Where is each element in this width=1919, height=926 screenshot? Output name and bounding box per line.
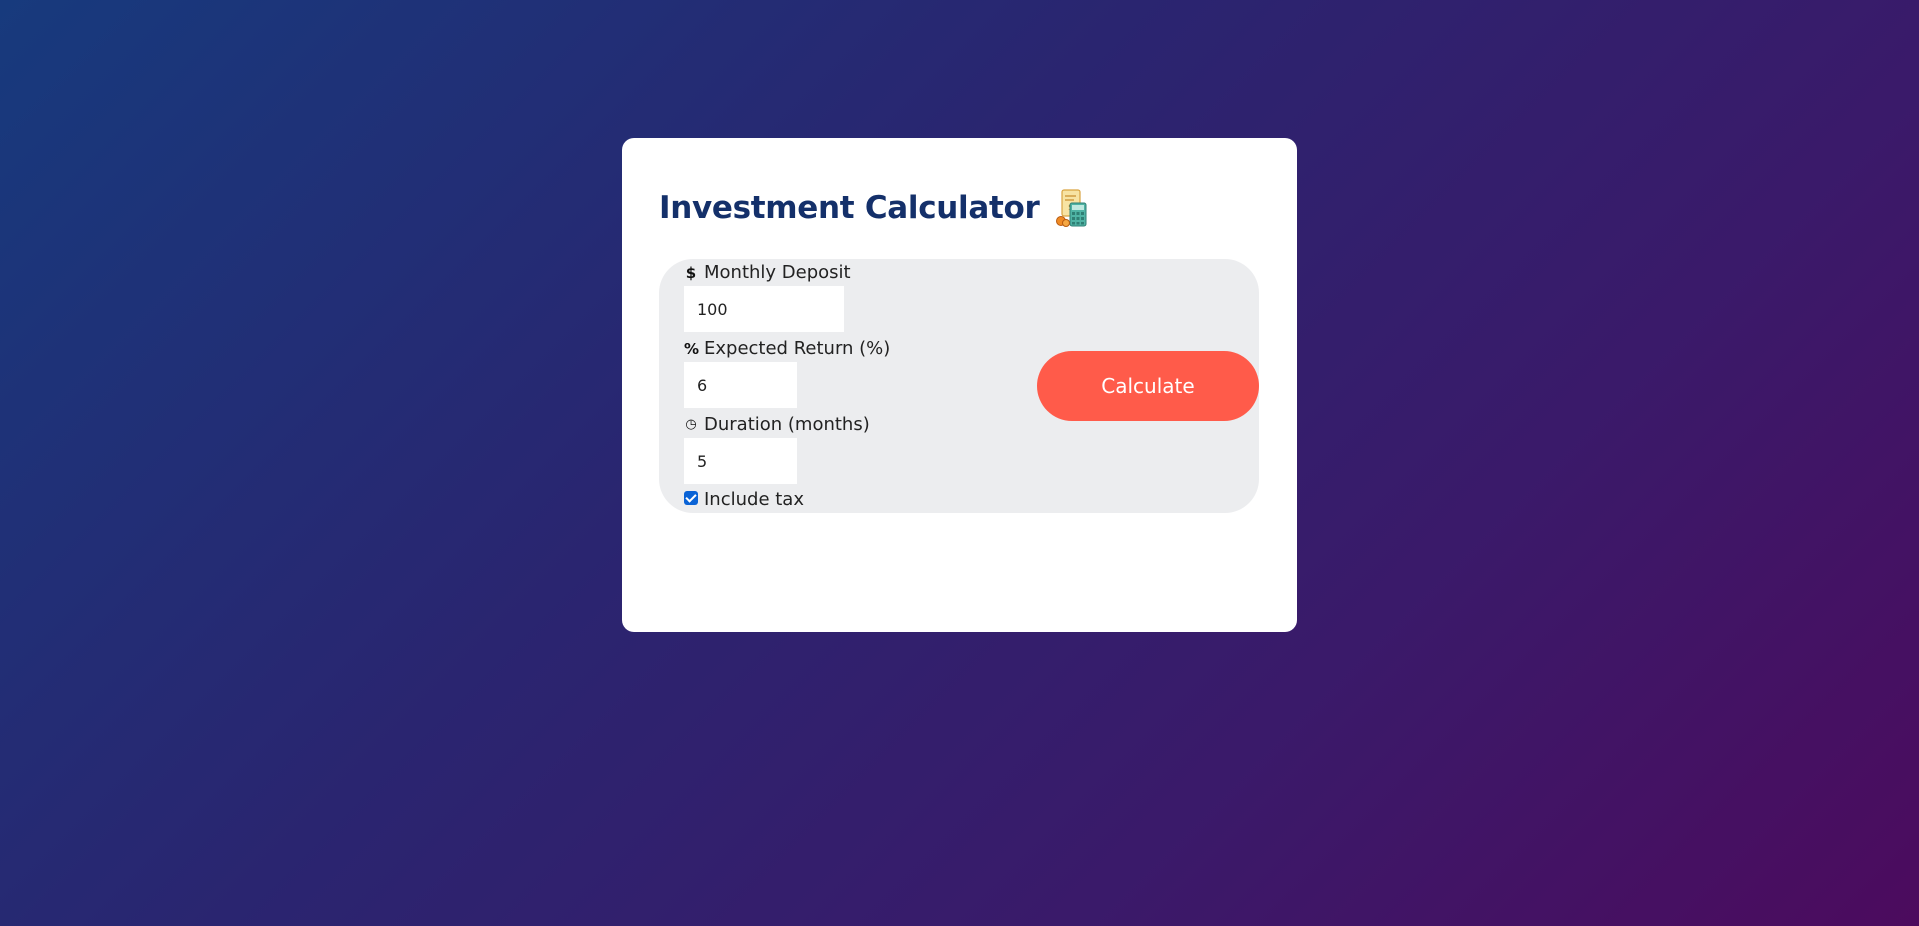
monthly-deposit-label: $ Monthly Deposit [684, 262, 851, 283]
title-row: Investment Calculator $ [659, 188, 1092, 228]
page-title: Investment Calculator [659, 190, 1040, 226]
monthly-deposit-input[interactable] [684, 286, 844, 332]
dollar-icon: $ [685, 263, 697, 282]
include-tax-checkbox[interactable] [684, 490, 698, 505]
clock-icon: ◷ [685, 417, 697, 432]
include-tax-label: Include tax [704, 489, 804, 510]
include-tax-row: Include tax [684, 489, 804, 510]
duration-label: ◷ Duration (months) [684, 414, 870, 435]
expected-return-label-text: Expected Return (%) [704, 338, 891, 359]
expected-return-input[interactable] [684, 362, 797, 408]
expected-return-label: % Expected Return (%) [684, 338, 890, 359]
percent-icon: % [684, 339, 700, 358]
calculate-button[interactable]: Calculate [1037, 351, 1259, 421]
duration-input[interactable] [684, 438, 797, 484]
duration-label-text: Duration (months) [704, 414, 870, 435]
monthly-deposit-label-text: Monthly Deposit [704, 262, 851, 283]
calculator-receipt-icon: $ [1052, 188, 1092, 228]
